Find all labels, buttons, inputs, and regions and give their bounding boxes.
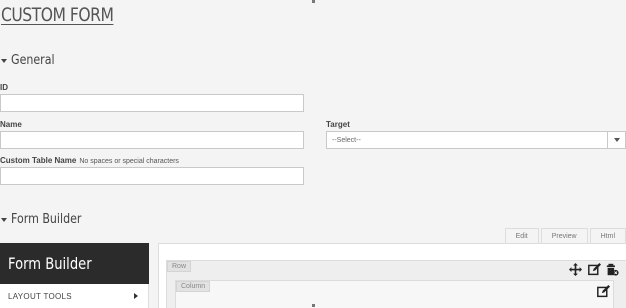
resize-handle-bottom [312,304,315,307]
target-selected-value: --Select-- [332,136,361,144]
id-field[interactable] [0,94,304,112]
target-label: Target [326,120,350,129]
id-label: ID [0,83,8,92]
tab-preview[interactable]: Preview [540,228,588,244]
caret-down-icon [1,58,7,63]
form-builder-panel-title: Form Builder [8,254,92,273]
chevron-down-icon [613,138,620,142]
caret-down-icon [1,217,7,222]
edit-icon[interactable] [595,283,611,299]
form-builder-panel-header: Form Builder [0,243,149,284]
section-form-builder-title: Form Builder [11,212,82,227]
resize-handle-top [312,0,315,3]
section-general-toggle[interactable]: General [0,53,62,68]
row-badge: Row [167,261,192,272]
layout-tools-item[interactable]: LAYOUT TOOLS [0,284,149,308]
layout-tools-label: LAYOUT TOOLS [8,291,72,301]
name-field[interactable] [0,131,304,149]
table-name-hint: No spaces or special characters [79,158,179,165]
dropdown-arrow[interactable] [607,132,625,148]
edit-icon[interactable] [586,261,602,277]
move-icon[interactable] [567,261,583,277]
section-general-title: General [11,53,55,68]
trash-icon[interactable] [604,261,620,277]
table-name-label-text: Custom Table Name [0,156,77,165]
section-form-builder-toggle[interactable]: Form Builder [0,212,94,227]
name-label: Name [0,120,22,129]
table-name-field[interactable] [0,167,304,185]
column-badge: Column [176,281,211,292]
builder-column[interactable] [175,280,614,308]
tab-edit[interactable]: Edit [504,228,539,244]
table-name-label: Custom Table Name No spaces or special ch… [0,156,179,165]
tab-html[interactable]: Html [589,228,626,244]
builder-tabs: Edit Preview Html [503,228,626,244]
target-select[interactable]: --Select-- [326,131,626,149]
page-title: CUSTOM FORM [1,4,114,26]
chevron-right-icon [134,293,138,299]
